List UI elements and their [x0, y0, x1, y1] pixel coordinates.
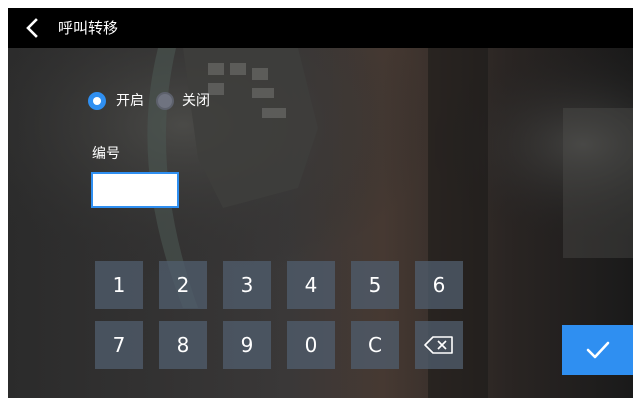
key-8[interactable]: 8 [159, 321, 207, 369]
key-5[interactable]: 5 [351, 261, 399, 309]
confirm-button[interactable] [562, 325, 633, 375]
number-input[interactable] [91, 172, 179, 208]
key-0[interactable]: 0 [287, 321, 335, 369]
key-clear[interactable]: C [351, 321, 399, 369]
number-field-label: 编号 [92, 146, 120, 162]
key-3[interactable]: 3 [223, 261, 271, 309]
radio-enable-label: 开启 [116, 93, 144, 109]
screen: 呼叫转移 开启 关闭 编号 1 2 3 4 5 6 7 8 9 0 C [8, 8, 633, 398]
checkmark-icon [586, 341, 609, 359]
back-button[interactable] [22, 17, 44, 39]
radio-disable[interactable]: 关闭 [156, 92, 210, 110]
key-4[interactable]: 4 [287, 261, 335, 309]
radio-enable[interactable]: 开启 [88, 92, 144, 110]
title-bar: 呼叫转移 [8, 8, 633, 48]
backspace-icon [424, 336, 453, 354]
radio-disable-dot[interactable] [156, 92, 174, 110]
radio-disable-label: 关闭 [182, 93, 210, 109]
key-2[interactable]: 2 [159, 261, 207, 309]
page-title: 呼叫转移 [58, 19, 119, 37]
key-9[interactable]: 9 [223, 321, 271, 369]
key-backspace[interactable] [415, 321, 463, 369]
call-forward-toggle-group: 开启 关闭 [88, 92, 210, 110]
key-7[interactable]: 7 [95, 321, 143, 369]
chevron-left-icon [26, 18, 38, 38]
key-6[interactable]: 6 [415, 261, 463, 309]
key-1[interactable]: 1 [95, 261, 143, 309]
radio-enable-dot[interactable] [88, 92, 106, 110]
